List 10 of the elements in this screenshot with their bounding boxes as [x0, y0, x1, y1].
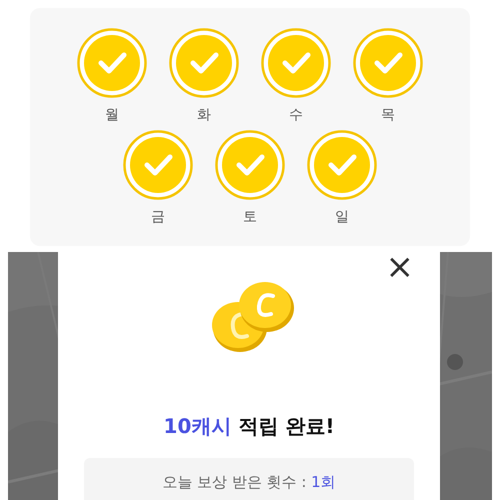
day-label: 화 — [197, 106, 211, 124]
day-label: 월 — [105, 106, 119, 124]
day-label: 금 — [151, 208, 165, 226]
day-label: 일 — [335, 208, 349, 226]
close-button[interactable]: × — [382, 250, 418, 284]
day-label: 목 — [381, 106, 395, 124]
day-label: 토 — [243, 208, 257, 226]
reward-count-text: 오늘 보상 받은 횟수 : 1회 — [162, 473, 336, 492]
reward-title: 10캐시 적립 완료! — [164, 413, 334, 440]
day-label: 수 — [289, 106, 303, 124]
